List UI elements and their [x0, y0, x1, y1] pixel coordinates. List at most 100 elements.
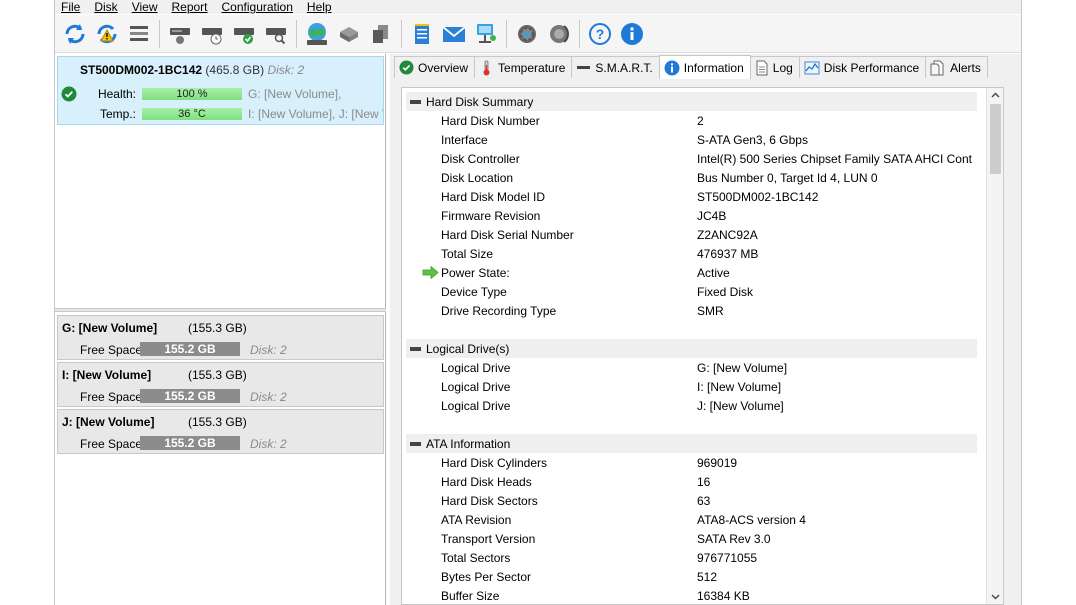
menu-disk[interactable]: Disk	[94, 0, 117, 14]
disk-list-icon[interactable]	[124, 19, 154, 49]
health-bar: 100 %	[142, 88, 242, 100]
info-row: Buffer Size 16384 KB	[406, 586, 977, 604]
collapse-icon[interactable]	[410, 99, 421, 104]
info-row: Hard Disk Heads 16	[406, 472, 977, 491]
info-key: ATA Revision	[441, 512, 512, 527]
tab-label: Log	[772, 60, 793, 75]
info-value: 16	[697, 474, 711, 489]
info-key: Drive Recording Type	[441, 303, 557, 318]
disk-tools-icon[interactable]	[334, 19, 364, 49]
toolbar-separator	[401, 19, 402, 48]
disk-search-icon[interactable]	[261, 19, 291, 49]
info-row: Hard Disk Number 2	[406, 111, 977, 130]
panel-splitter[interactable]	[55, 308, 386, 312]
settings-icon[interactable]	[512, 19, 542, 49]
info-key: Total Sectors	[441, 550, 511, 565]
sound-icon[interactable]	[544, 19, 574, 49]
volume-size: (155.3 GB)	[188, 415, 247, 429]
section-header-logical-drives[interactable]: Logical Drive(s)	[406, 339, 977, 358]
toolbar-separator	[296, 19, 297, 48]
menu-report[interactable]: Report	[171, 0, 207, 14]
info-key: Device Type	[441, 284, 507, 299]
disk-schedule-icon[interactable]	[197, 19, 227, 49]
info-key: Disk Location	[441, 170, 514, 185]
toolbar-separator	[159, 19, 160, 48]
vertical-scrollbar[interactable]	[986, 88, 1003, 604]
information-list: Hard Disk Summary Hard Disk Number 2 Inte…	[401, 87, 1004, 605]
free-space-label: Free Space	[80, 437, 143, 451]
info-value: Bus Number 0, Target Id 4, LUN 0	[697, 170, 878, 185]
info-value: Z2ANC92A	[697, 227, 758, 242]
network-icon[interactable]	[471, 19, 501, 49]
free-space-bar: 155.2 GB	[140, 342, 240, 356]
globe-icon[interactable]	[302, 19, 332, 49]
info-key: Power State:	[441, 265, 510, 280]
collapse-icon[interactable]	[410, 346, 421, 351]
tab-disk-performance[interactable]: Disk Performance	[798, 56, 927, 78]
scroll-up-icon[interactable]	[987, 88, 1003, 102]
info-key: Buffer Size	[441, 588, 500, 603]
info-row: Interface S-ATA Gen3, 6 Gbps	[406, 130, 977, 149]
tab-smart[interactable]: S.M.A.R.T.	[571, 56, 660, 78]
free-space-bar: 155.2 GB	[140, 436, 240, 450]
disk-copy-icon[interactable]	[366, 19, 396, 49]
document-icon	[755, 60, 769, 76]
disk-item-selected[interactable]: ST500DM002-1BC142 (465.8 GB) Disk: 2 Hea…	[57, 56, 384, 125]
details-panel: Overview Temperature S.M.A.R.T. Informat…	[390, 54, 1021, 605]
tab-log[interactable]: Log	[749, 56, 800, 78]
info-key: Hard Disk Sectors	[441, 493, 538, 508]
info-icon	[664, 60, 680, 76]
menu-help[interactable]: Help	[307, 0, 332, 14]
section-header-ata[interactable]: ATA Information	[406, 434, 977, 453]
notepad-icon[interactable]	[407, 19, 437, 49]
section-header-summary[interactable]: Hard Disk Summary	[406, 92, 977, 111]
info-value: 476937 MB	[697, 246, 759, 261]
info-key: Logical Drive	[441, 398, 511, 413]
info-icon[interactable]	[617, 19, 647, 49]
tab-information[interactable]: Information	[658, 55, 751, 79]
volume-item[interactable]: I: [New Volume] (155.3 GB) Free Space 15…	[57, 362, 384, 407]
info-value: JC4B	[697, 208, 727, 223]
volume-item[interactable]: G: [New Volume] (155.3 GB) Free Space 15…	[57, 315, 384, 360]
info-value: Active	[697, 265, 730, 280]
menu-view[interactable]: View	[132, 0, 158, 14]
info-key: Logical Drive	[441, 379, 511, 394]
help-icon[interactable]: ?	[585, 19, 615, 49]
info-value: 969019	[697, 455, 738, 470]
toolbar-separator	[579, 19, 580, 48]
chart-icon	[804, 61, 820, 75]
tab-label: Information	[683, 60, 744, 75]
menu-bar: File Disk View Report Configuration Help	[55, 0, 1021, 14]
volume-item[interactable]: J: [New Volume] (155.3 GB) Free Space 15…	[57, 409, 384, 454]
tab-label: Overview	[418, 60, 469, 75]
app-window: File Disk View Report Configuration Help	[54, 0, 1022, 605]
scrollbar-thumb[interactable]	[990, 104, 1001, 174]
temperature-bar: 36 °C	[142, 108, 242, 120]
volume-name: G: [New Volume]	[62, 321, 158, 335]
disk-size: (465.8 GB)	[205, 63, 265, 77]
tab-overview[interactable]: Overview	[394, 56, 476, 78]
thermometer-icon	[479, 60, 494, 76]
info-row: Logical Drive J: [New Volume]	[406, 396, 977, 415]
info-row: Hard Disk Model ID ST500DM002-1BC142	[406, 187, 977, 206]
refresh-warning-icon[interactable]	[92, 19, 122, 49]
toolbar-separator	[506, 19, 507, 48]
collapse-icon[interactable]	[410, 441, 421, 446]
menu-file[interactable]: File	[61, 0, 80, 14]
scroll-down-icon[interactable]	[987, 590, 1003, 604]
info-key: Bytes Per Sector	[441, 569, 532, 584]
refresh-icon[interactable]	[60, 19, 90, 49]
disk-settings-icon[interactable]	[165, 19, 195, 49]
disk-check-icon[interactable]	[229, 19, 259, 49]
mail-icon[interactable]	[439, 19, 469, 49]
tab-label: Temperature	[498, 60, 566, 75]
volume-disk: Disk: 2	[250, 390, 287, 404]
green-arrow-icon	[422, 265, 439, 282]
info-key: Logical Drive	[441, 360, 511, 375]
menu-configuration[interactable]: Configuration	[222, 0, 293, 14]
info-row: Bytes Per Sector 512	[406, 567, 977, 586]
tab-alerts[interactable]: Alerts	[925, 56, 988, 78]
info-value: 63	[697, 493, 711, 508]
tab-temperature[interactable]: Temperature	[474, 56, 573, 78]
dash-icon	[576, 60, 591, 75]
